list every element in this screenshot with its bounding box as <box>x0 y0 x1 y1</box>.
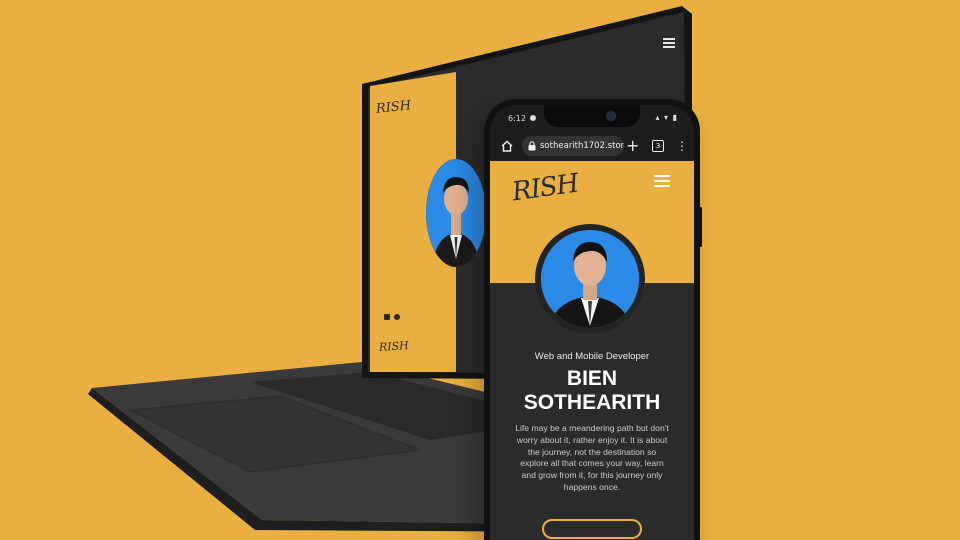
hero-cta-button[interactable] <box>542 519 642 539</box>
lock-icon <box>528 141 536 151</box>
phone-mockup: 6:12 ▴ ▾ ▮ sothearith1702.store + 3 ⋮ RI… <box>484 99 702 540</box>
hero-name: BIEN SOTHEARITH <box>490 367 694 415</box>
github-icon[interactable] <box>394 314 400 320</box>
status-time: 6:12 <box>508 114 526 123</box>
hero-name-last: SOTHEARITH <box>523 391 661 414</box>
laptop-profile-photo <box>426 159 486 267</box>
profile-photo <box>535 224 645 334</box>
laptop-footer-logo: RISH <box>378 338 410 355</box>
url-text: sothearith1702.store <box>540 141 624 151</box>
hamburger-menu-icon[interactable] <box>654 175 670 187</box>
front-camera-icon <box>606 111 616 121</box>
notification-icon <box>530 115 536 121</box>
phone-notch <box>544 105 640 127</box>
laptop-mockup <box>0 0 960 540</box>
laptop-menu-icon[interactable] <box>663 36 675 48</box>
laptop-social-icons <box>384 314 400 320</box>
linkedin-icon[interactable] <box>384 314 390 320</box>
hero-name-first: BIEN <box>566 367 618 390</box>
laptop-site-logo: RISH <box>375 98 412 117</box>
hero-bio: Life may be a meandering path but don't … <box>515 423 669 492</box>
new-tab-icon[interactable]: + <box>626 136 639 156</box>
tab-switcher-icon[interactable]: 3 <box>652 140 664 152</box>
more-options-icon[interactable]: ⋮ <box>676 137 688 155</box>
site-logo[interactable]: RISH <box>510 169 580 208</box>
phone-screen: 6:12 ▴ ▾ ▮ sothearith1702.store + 3 ⋮ RI… <box>490 105 694 540</box>
address-bar[interactable]: sothearith1702.store <box>522 136 624 156</box>
laptop-body-graphic <box>88 6 692 532</box>
phone-side-button <box>699 207 702 247</box>
home-icon[interactable] <box>500 139 514 153</box>
hero-role: Web and Mobile Developer <box>534 351 650 362</box>
browser-toolbar: sothearith1702.store + 3 ⋮ <box>490 131 694 161</box>
status-icons: ▴ ▾ ▮ <box>655 113 678 122</box>
